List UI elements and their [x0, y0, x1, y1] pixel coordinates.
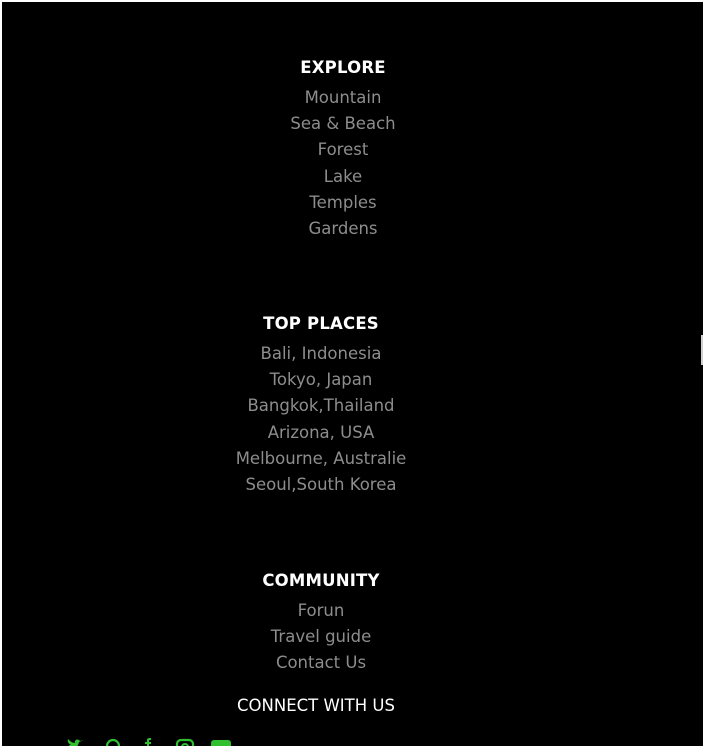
top-place-link-bali[interactable]: Bali, Indonesia [171, 341, 471, 367]
community-link-forum[interactable]: Forun [171, 598, 471, 624]
footer: EXPLORE Mountain Sea & Beach Forest Lake… [2, 2, 703, 746]
explore-column: EXPLORE Mountain Sea & Beach Forest Lake… [193, 57, 493, 242]
explore-link-sea-beach[interactable]: Sea & Beach [193, 111, 493, 137]
explore-link-lake[interactable]: Lake [193, 164, 493, 190]
top-places-links: Bali, Indonesia Tokyo, Japan Bangkok,Tha… [171, 341, 471, 498]
top-place-link-bangkok[interactable]: Bangkok,Thailand [171, 393, 471, 419]
top-place-link-tokyo[interactable]: Tokyo, Japan [171, 367, 471, 393]
community-link-travel-guide[interactable]: Travel guide [171, 624, 471, 650]
explore-links: Mountain Sea & Beach Forest Lake Temples… [193, 85, 493, 242]
explore-link-forest[interactable]: Forest [193, 137, 493, 163]
top-places-column: TOP PLACES Bali, Indonesia Tokyo, Japan … [171, 313, 471, 498]
twitter-icon[interactable] [66, 738, 88, 746]
community-link-contact-us[interactable]: Contact Us [171, 650, 471, 676]
whatsapp-icon[interactable] [102, 738, 124, 746]
facebook-icon[interactable] [138, 738, 160, 746]
community-heading: COMMUNITY [262, 571, 380, 590]
connect-heading: CONNECT WITH US [237, 696, 395, 715]
explore-link-mountain[interactable]: Mountain [193, 85, 493, 111]
explore-link-gardens[interactable]: Gardens [193, 216, 493, 242]
top-place-link-seoul[interactable]: Seoul,South Korea [171, 472, 471, 498]
social-icons [66, 738, 232, 746]
community-links: Forun Travel guide Contact Us [171, 598, 471, 677]
explore-link-temples[interactable]: Temples [193, 190, 493, 216]
community-column: COMMUNITY Forun Travel guide Contact Us [171, 570, 471, 677]
top-place-link-arizona[interactable]: Arizona, USA [171, 420, 471, 446]
instagram-icon[interactable] [174, 738, 196, 746]
top-places-heading: TOP PLACES [263, 314, 379, 333]
scroll-marker [701, 335, 703, 365]
explore-heading: EXPLORE [300, 58, 386, 77]
top-place-link-melbourne[interactable]: Melbourne, Australie [171, 446, 471, 472]
youtube-icon[interactable] [210, 738, 232, 746]
